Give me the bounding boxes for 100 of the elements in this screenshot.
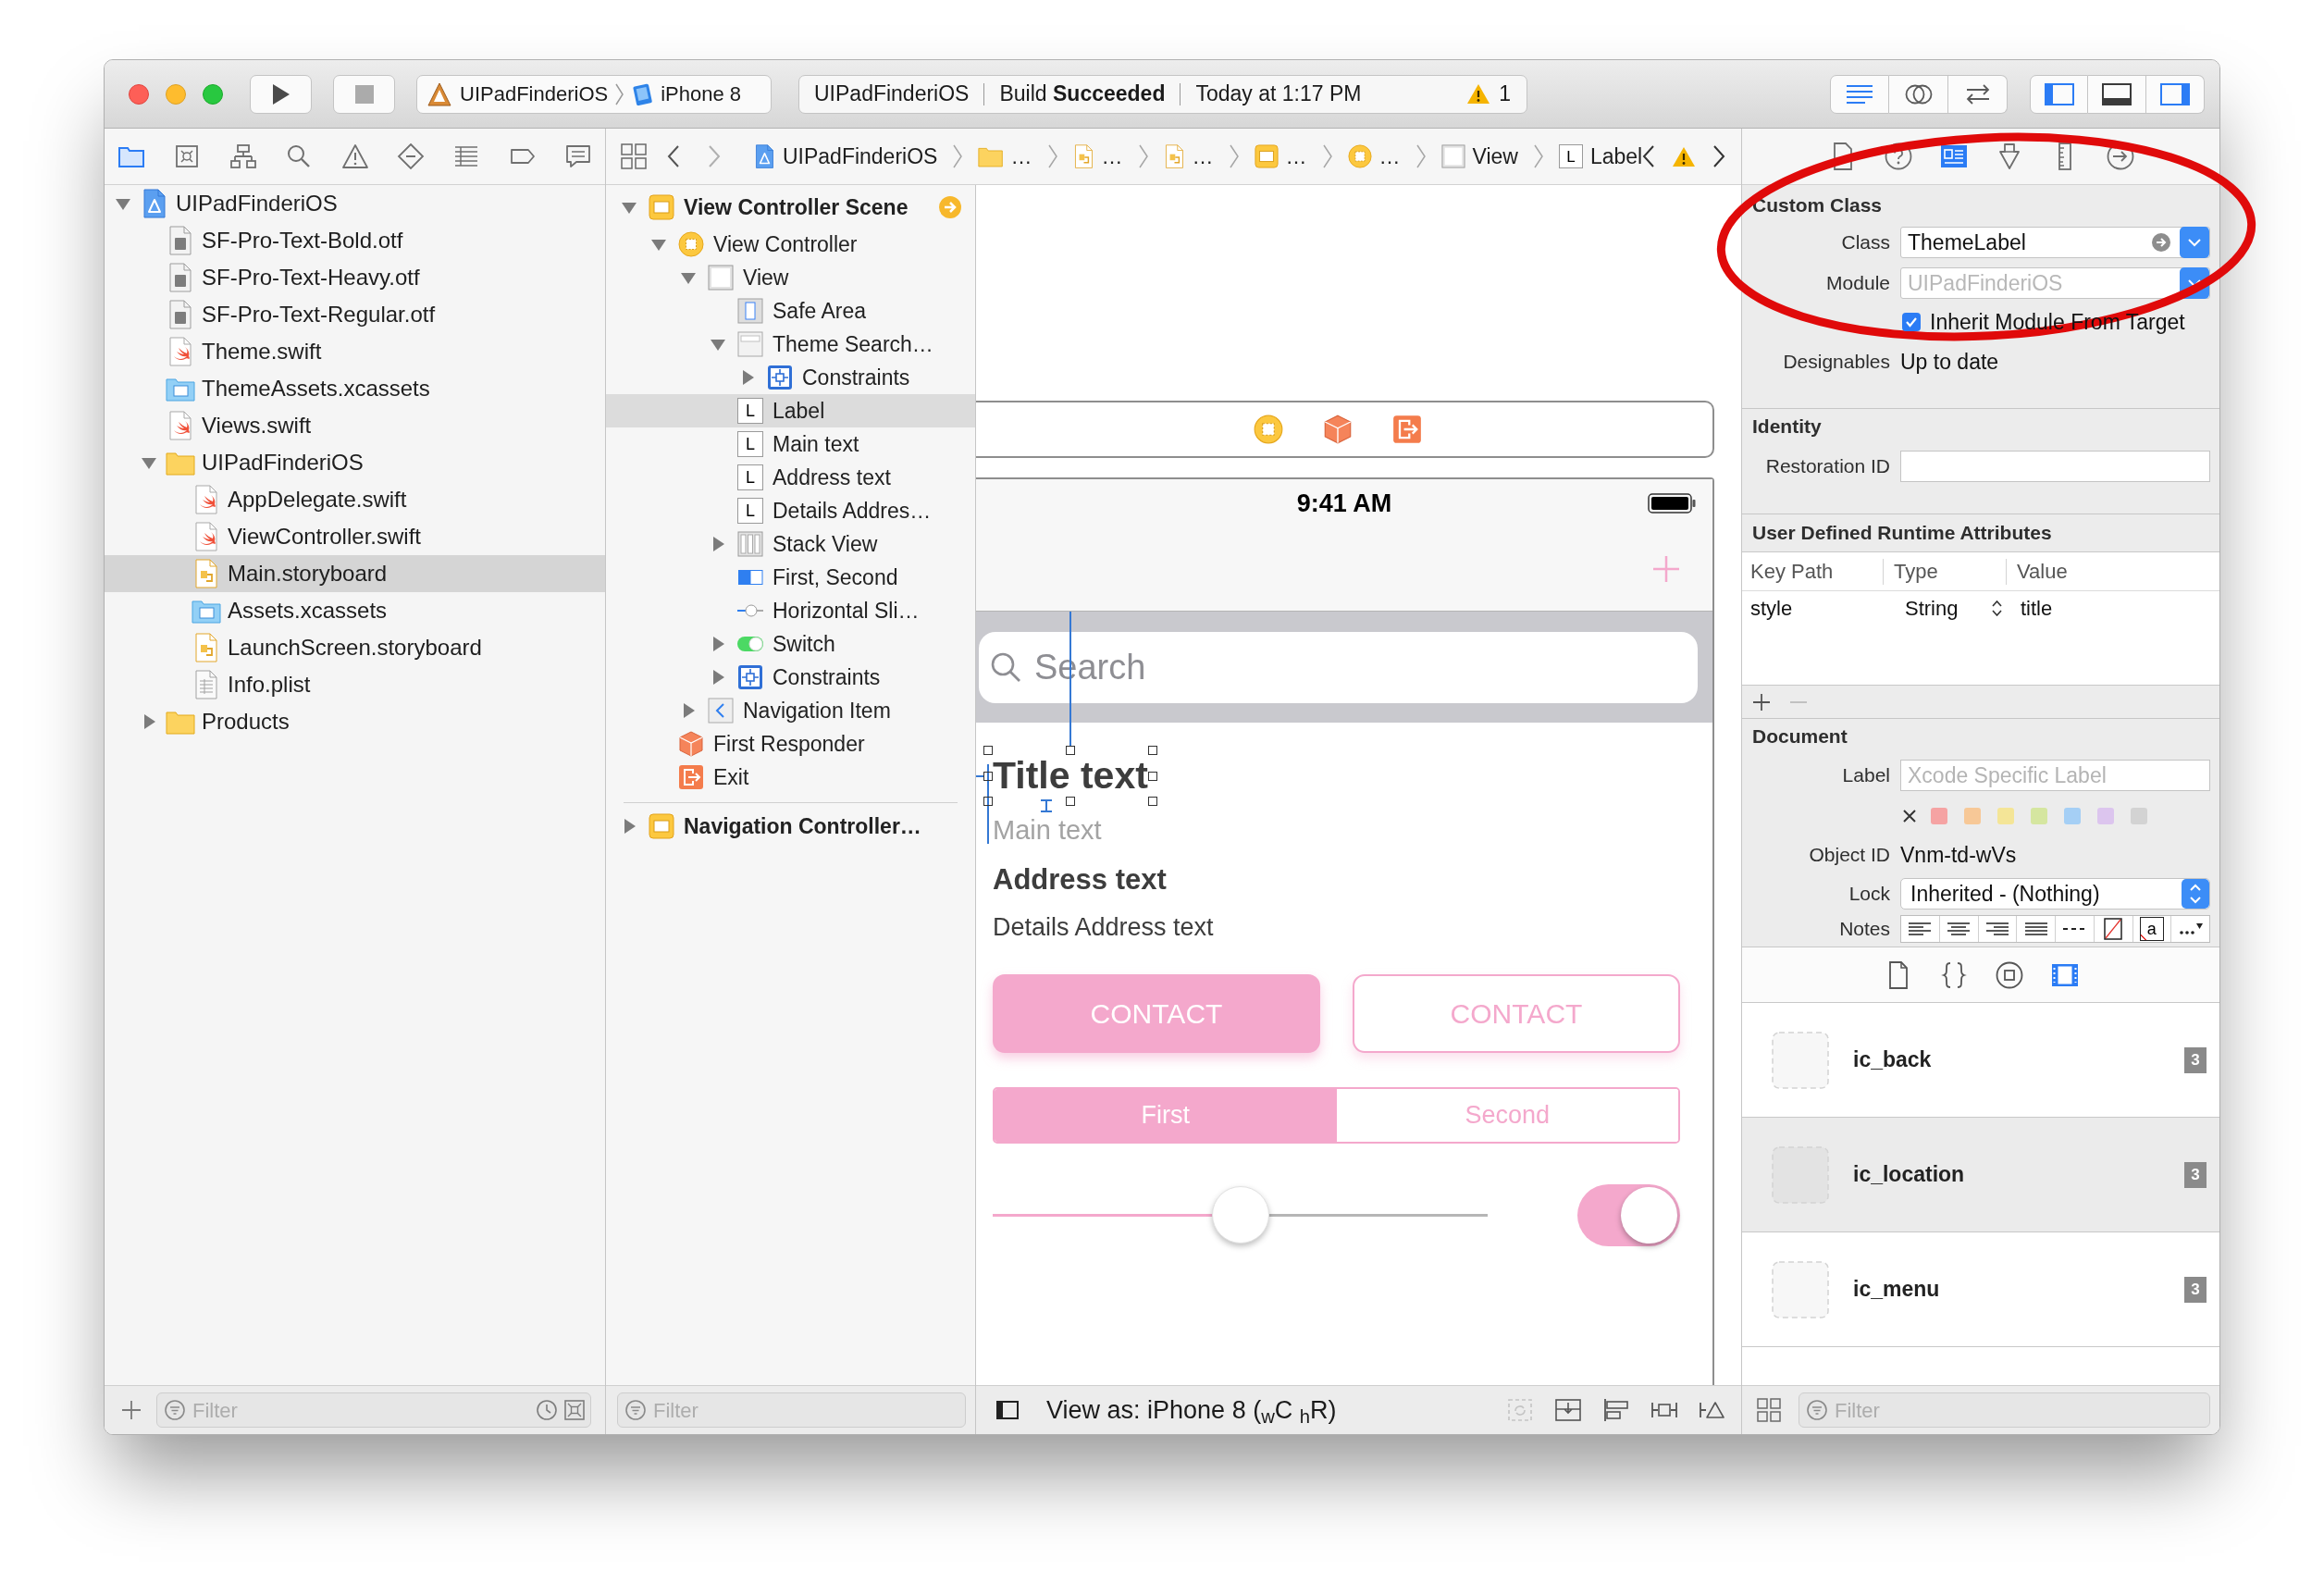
panel-toggle-button[interactable]: [2146, 74, 2205, 114]
outline-item[interactable]: View Controller: [606, 228, 975, 261]
disclosure-triangle-icon[interactable]: [711, 337, 725, 352]
swatch-icon[interactable]: [1964, 808, 1981, 824]
file-tree-item[interactable]: Main.storyboard: [105, 555, 605, 592]
warning-icon[interactable]: [1466, 83, 1491, 105]
disclosure-triangle-icon[interactable]: [711, 670, 725, 685]
jump-bar-item[interactable]: …: [978, 140, 1032, 173]
outline-item[interactable]: L Address text: [606, 461, 975, 494]
justify-icon[interactable]: [2024, 922, 2047, 935]
file-tree-item[interactable]: Views.swift: [105, 407, 605, 444]
align-center-icon[interactable]: [1947, 922, 1971, 935]
outline-item[interactable]: Constraints: [606, 361, 975, 394]
chevron-left-icon[interactable]: [1642, 145, 1656, 167]
slider-thumb[interactable]: [1211, 1186, 1269, 1244]
grid-icon[interactable]: [621, 143, 647, 169]
checkbox[interactable]: [1902, 313, 1921, 331]
resize-handle[interactable]: [1147, 771, 1157, 781]
outline-item[interactable]: View: [606, 261, 975, 294]
disclosure-triangle-icon[interactable]: [681, 270, 696, 285]
outline-item[interactable]: L Main text: [606, 427, 975, 461]
filter-input[interactable]: Filter: [653, 1394, 959, 1426]
slider-track[interactable]: [993, 1186, 1488, 1244]
swatch-icon[interactable]: [2131, 808, 2147, 824]
exit-icon[interactable]: [1392, 415, 1422, 444]
label-field[interactable]: Xcode Specific Label: [1900, 760, 2210, 791]
cube-icon[interactable]: [1323, 415, 1353, 444]
outline-item[interactable]: Theme Search…: [606, 328, 975, 361]
jump-bar-item[interactable]: …: [1347, 140, 1401, 173]
outline-item[interactable]: Exit: [606, 761, 975, 794]
file-tree-item[interactable]: UIPadFinderiOS: [105, 185, 605, 222]
library-item[interactable]: ic_location 3: [1742, 1118, 2219, 1232]
editor-mode-button[interactable]: [1889, 74, 1948, 114]
disclosure-triangle-icon[interactable]: [711, 637, 725, 651]
resize-handle[interactable]: [983, 746, 993, 755]
toggle-switch[interactable]: [1577, 1183, 1680, 1246]
outline-item[interactable]: Navigation Item: [606, 694, 975, 727]
file-tree-item[interactable]: SF-Pro-Text-Heavy.otf: [105, 259, 605, 296]
diamond-icon[interactable]: [396, 143, 425, 169]
file-tree-item[interactable]: ThemeAssets.xcassets: [105, 370, 605, 407]
filter-field[interactable]: Filter: [1799, 1392, 2210, 1428]
resize-handle[interactable]: [1147, 797, 1157, 806]
stop-button[interactable]: [333, 74, 395, 114]
filter-input[interactable]: Filter: [192, 1394, 537, 1426]
outline-item[interactable]: Constraints: [606, 661, 975, 694]
file-tree-item[interactable]: UIPadFinderiOS: [105, 444, 605, 481]
filter-field[interactable]: Filter: [156, 1392, 591, 1428]
outline-item[interactable]: Stack View: [606, 527, 975, 561]
outline-item[interactable]: Navigation Controller…: [606, 806, 975, 847]
grid-icon[interactable]: [1757, 1398, 1781, 1422]
swatch-icon[interactable]: [2097, 808, 2114, 824]
resize-handle[interactable]: [1065, 746, 1075, 755]
jump-bar-item[interactable]: …: [1072, 140, 1123, 173]
lock-popup[interactable]: Inherited - (Nothing): [1900, 878, 2210, 910]
outline-item[interactable]: View Controller Scene: [606, 187, 975, 228]
clock-icon[interactable]: [537, 1400, 557, 1420]
file-tree-item[interactable]: Info.plist: [105, 666, 605, 703]
file-tree-item[interactable]: Assets.xcassets: [105, 592, 605, 629]
disclosure-triangle-icon[interactable]: [622, 200, 637, 215]
file-tree-item[interactable]: Theme.swift: [105, 333, 605, 370]
outline-item[interactable]: Horizontal Sli…: [606, 594, 975, 627]
more-options-icon[interactable]: [2178, 922, 2203, 935]
hierarchy-icon[interactable]: [229, 143, 257, 169]
speech-bubble-icon[interactable]: [564, 143, 592, 169]
chevron-right-icon[interactable]: [1712, 145, 1726, 167]
warning-icon[interactable]: [1672, 145, 1697, 167]
destination-button[interactable]: iPhone 8: [631, 79, 742, 109]
braces-icon[interactable]: [1940, 960, 1968, 989]
disclosure-triangle-icon[interactable]: [740, 370, 755, 385]
disclosure-triangle-icon[interactable]: [142, 455, 156, 470]
jump-bar-item[interactable]: …: [1254, 140, 1307, 173]
jump-bar-item[interactable]: UIPadFinderiOS: [754, 140, 938, 173]
outline-item[interactable]: First, Second: [606, 561, 975, 594]
chevron-left-icon[interactable]: [667, 145, 680, 167]
align-left-icon[interactable]: [1909, 922, 1932, 935]
module-input[interactable]: UIPadFinderiOS: [1901, 268, 2180, 298]
file-tree-item[interactable]: SF-Pro-Text-Bold.otf: [105, 222, 605, 259]
class-combo-box[interactable]: ThemeLabel: [1900, 227, 2210, 258]
align-right-icon[interactable]: [1985, 922, 2009, 935]
swatch-icon[interactable]: [2031, 808, 2047, 824]
panel-toggle-button[interactable]: [2030, 74, 2088, 114]
dropdown-button[interactable]: [2180, 227, 2209, 258]
disclosure-triangle-icon[interactable]: [651, 237, 666, 252]
id-card-icon[interactable]: [1940, 142, 1968, 170]
clear-icon[interactable]: [1902, 809, 1917, 823]
resize-handle[interactable]: [1147, 746, 1157, 755]
outline-item[interactable]: Safe Area: [606, 294, 975, 328]
disclosure-triangle-icon[interactable]: [142, 714, 156, 729]
outline-item[interactable]: L Label: [606, 394, 975, 427]
swatch-icon[interactable]: [1997, 808, 2014, 824]
panel-toggle-button[interactable]: [2088, 74, 2146, 114]
dashed-line-icon[interactable]: [2063, 928, 2086, 930]
disclosure-triangle-icon[interactable]: [622, 819, 637, 834]
class-name-input[interactable]: ThemeLabel: [1901, 228, 2152, 257]
help-icon[interactable]: [1885, 142, 1912, 170]
no-color-icon[interactable]: [2104, 918, 2123, 940]
outline-item[interactable]: First Responder: [606, 727, 975, 761]
disclosure-triangle-icon[interactable]: [711, 537, 725, 551]
disclosure-triangle-icon[interactable]: [116, 196, 130, 211]
run-button[interactable]: [250, 74, 312, 114]
